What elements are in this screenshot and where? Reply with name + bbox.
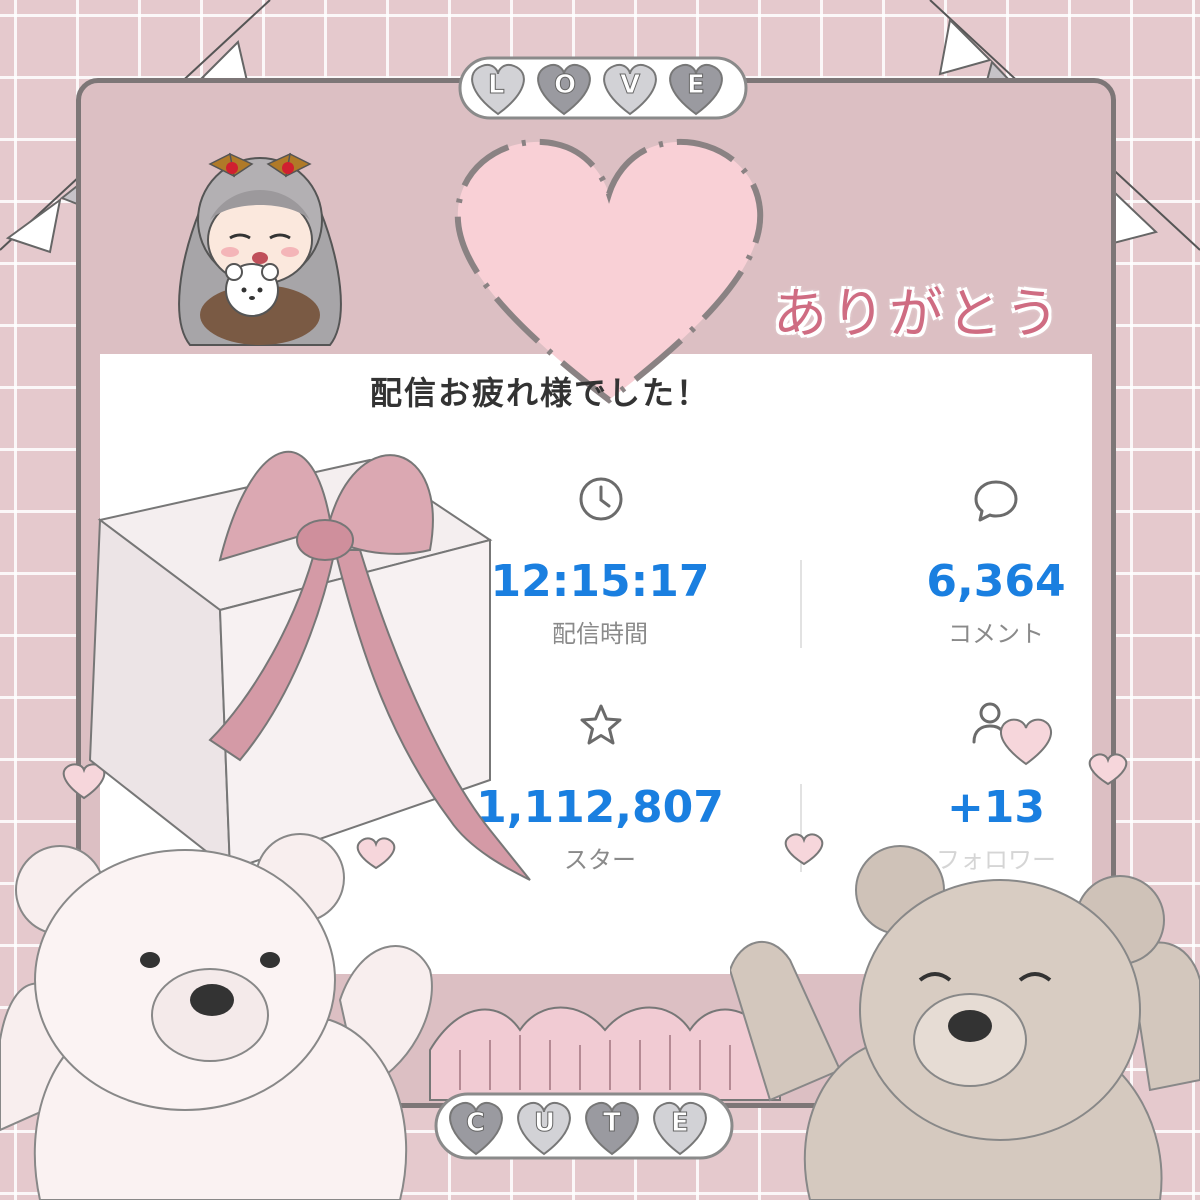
love-letter-o: O bbox=[553, 70, 577, 101]
love-letter-l: L bbox=[488, 70, 506, 101]
stat-divider bbox=[800, 560, 802, 648]
love-letter-v: V bbox=[619, 70, 641, 101]
stat-label: コメント bbox=[948, 620, 1044, 648]
cute-letter-t: T bbox=[603, 1108, 622, 1139]
love-badge: L O V E bbox=[458, 52, 748, 128]
love-letter-e: E bbox=[687, 70, 706, 101]
big-heart-decoration bbox=[454, 138, 764, 404]
stat-value: 6,364 bbox=[926, 556, 1066, 607]
cute-letter-c: C bbox=[465, 1108, 486, 1139]
stat-value: +13 bbox=[946, 782, 1046, 833]
cute-letter-u: U bbox=[533, 1108, 556, 1139]
clock-icon bbox=[579, 477, 623, 521]
comment-bubble-icon bbox=[974, 480, 1018, 522]
cute-letter-e: E bbox=[671, 1108, 690, 1139]
brown-teddy-bear-decoration bbox=[730, 845, 1200, 1200]
cute-badge: C U T E bbox=[434, 1086, 734, 1170]
follower-icon bbox=[972, 702, 1004, 744]
white-teddy-bear-decoration bbox=[0, 833, 433, 1200]
arigatou-label: ありがとう bbox=[773, 282, 1063, 345]
star-icon bbox=[580, 704, 622, 745]
avatar bbox=[160, 140, 360, 350]
